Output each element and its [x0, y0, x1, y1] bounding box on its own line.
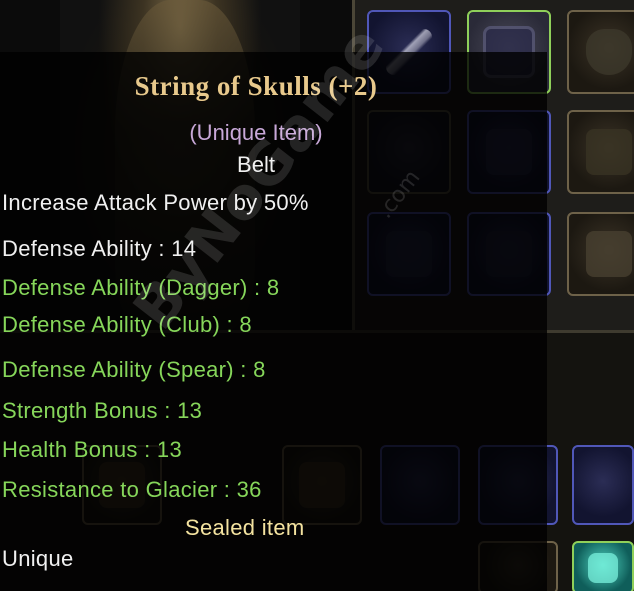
bag-slot[interactable]: [572, 445, 634, 525]
item-sealed-status: Sealed item: [185, 515, 305, 540]
item-bonus: Defense Ability (Spear) : 8: [2, 357, 266, 382]
item-name: String of Skulls (+2): [134, 71, 378, 101]
inventory-slot-chest[interactable]: [567, 212, 634, 296]
item-bonus: Defense Ability (Club) : 8: [2, 312, 252, 337]
chest-icon: [586, 231, 632, 277]
shield-icon: [586, 29, 632, 75]
bag-slot[interactable]: [572, 541, 634, 591]
item-grade: Unique: [2, 546, 74, 571]
gauntlet-icon: [586, 129, 632, 175]
item-type: Belt: [237, 152, 275, 177]
crystal-icon: [588, 552, 618, 583]
item-bonus: Health Bonus : 13: [2, 437, 182, 462]
item-defense: Defense Ability : 14: [2, 236, 197, 261]
item-bonus: Strength Bonus : 13: [2, 398, 203, 423]
item-rarity: (Unique Item): [189, 120, 323, 145]
game-screen: String of Skulls (+2) (Unique Item) Belt…: [0, 0, 634, 591]
item-tooltip: String of Skulls (+2) (Unique Item) Belt…: [0, 52, 547, 591]
item-bonus: Defense Ability (Dagger) : 8: [2, 275, 280, 300]
item-bonus: Resistance to Glacier : 36: [2, 477, 262, 502]
inventory-slot-shield[interactable]: [567, 10, 634, 94]
inventory-slot-gauntlet[interactable]: [567, 110, 634, 194]
item-effect: Increase Attack Power by 50%: [2, 190, 309, 215]
